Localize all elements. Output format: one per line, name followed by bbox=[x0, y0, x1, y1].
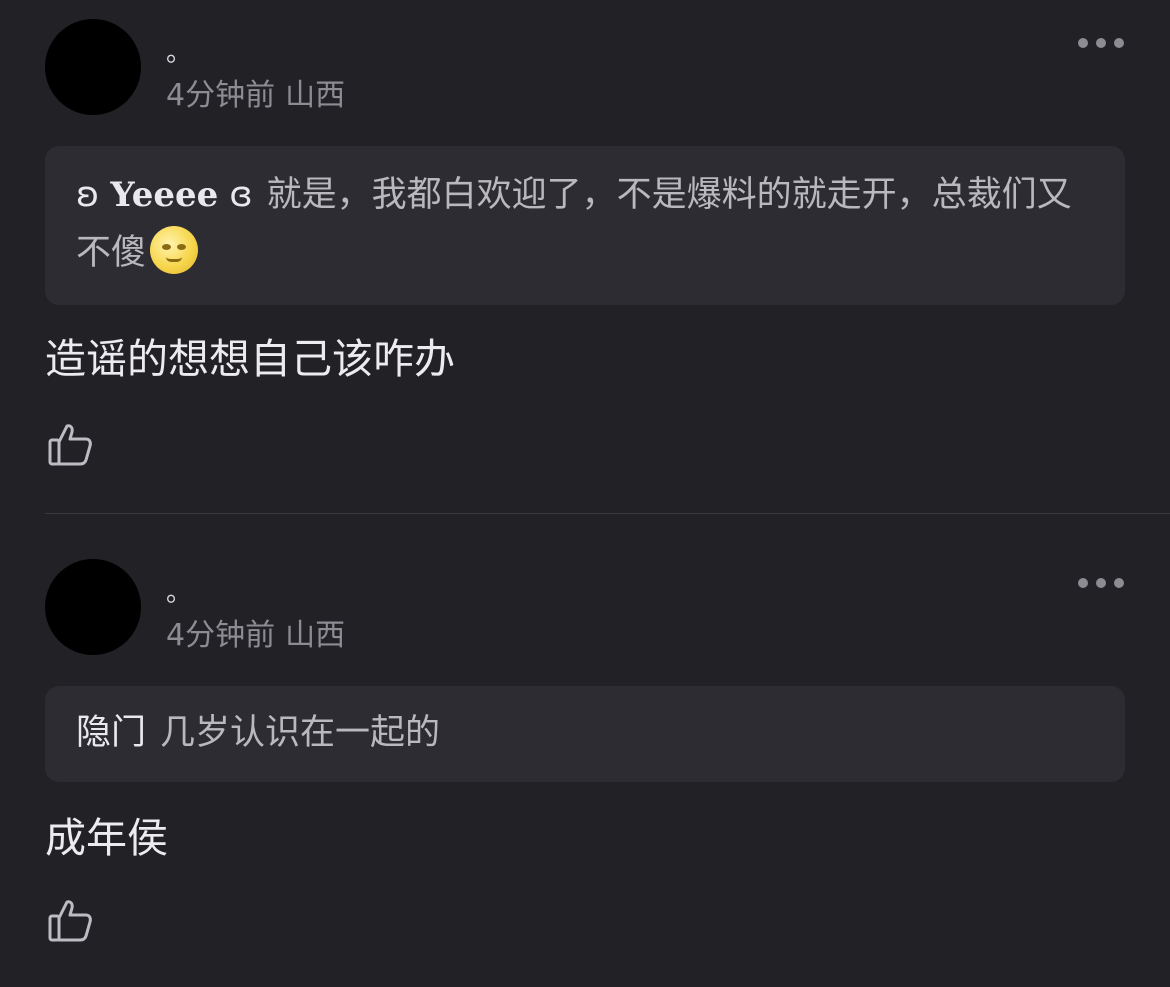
username[interactable]: 。 bbox=[166, 578, 192, 608]
comment-text: 成年侯 bbox=[45, 814, 168, 862]
quoted-reply[interactable]: 隐门 几岁认识在一起的 bbox=[45, 686, 1125, 782]
username[interactable]: 。 bbox=[166, 38, 192, 68]
avatar[interactable] bbox=[45, 559, 141, 655]
location: 山西 bbox=[285, 618, 346, 653]
author-prefix: ʚ bbox=[76, 175, 100, 215]
timestamp: 4分钟前 bbox=[166, 78, 276, 113]
thumbs-up-icon[interactable] bbox=[46, 420, 94, 468]
timestamp: 4分钟前 bbox=[166, 618, 276, 653]
more-dots-icon[interactable] bbox=[1078, 576, 1124, 590]
moon-face-emoji-icon bbox=[150, 226, 199, 274]
quoted-text: 几岁认识在一起的 bbox=[160, 713, 441, 753]
avatar[interactable] bbox=[45, 19, 141, 115]
quoted-author: 隐门 bbox=[76, 713, 147, 753]
author-suffix: ɞ bbox=[229, 175, 253, 215]
comment-meta: 4分钟前 山西 bbox=[166, 78, 345, 114]
more-dots-icon[interactable] bbox=[1078, 36, 1124, 50]
location: 山西 bbox=[285, 78, 346, 113]
author-name: Yeeee bbox=[110, 175, 219, 215]
divider bbox=[45, 513, 1170, 514]
thumbs-up-icon[interactable] bbox=[46, 896, 94, 944]
comment-item: 。 4分钟前 山西 隐门 几岁认识在一起的 成年侯 bbox=[0, 540, 1170, 987]
quoted-author: ʚ Yeeee ɞ bbox=[76, 175, 253, 215]
quoted-reply[interactable]: ʚ Yeeee ɞ 就是，我都白欢迎了，不是爆料的就走开，总裁们又不傻 bbox=[45, 146, 1125, 305]
comment-item: 。 4分钟前 山西 ʚ Yeeee ɞ 就是，我都白欢迎了，不是爆料的就走开，总裁们… bbox=[0, 0, 1170, 514]
comment-meta: 4分钟前 山西 bbox=[166, 618, 345, 654]
comment-feed: 。 4分钟前 山西 ʚ Yeeee ɞ 就是，我都白欢迎了，不是爆料的就走开，总裁们… bbox=[0, 0, 1170, 987]
comment-text: 造谣的想想自己该咋办 bbox=[45, 335, 455, 383]
